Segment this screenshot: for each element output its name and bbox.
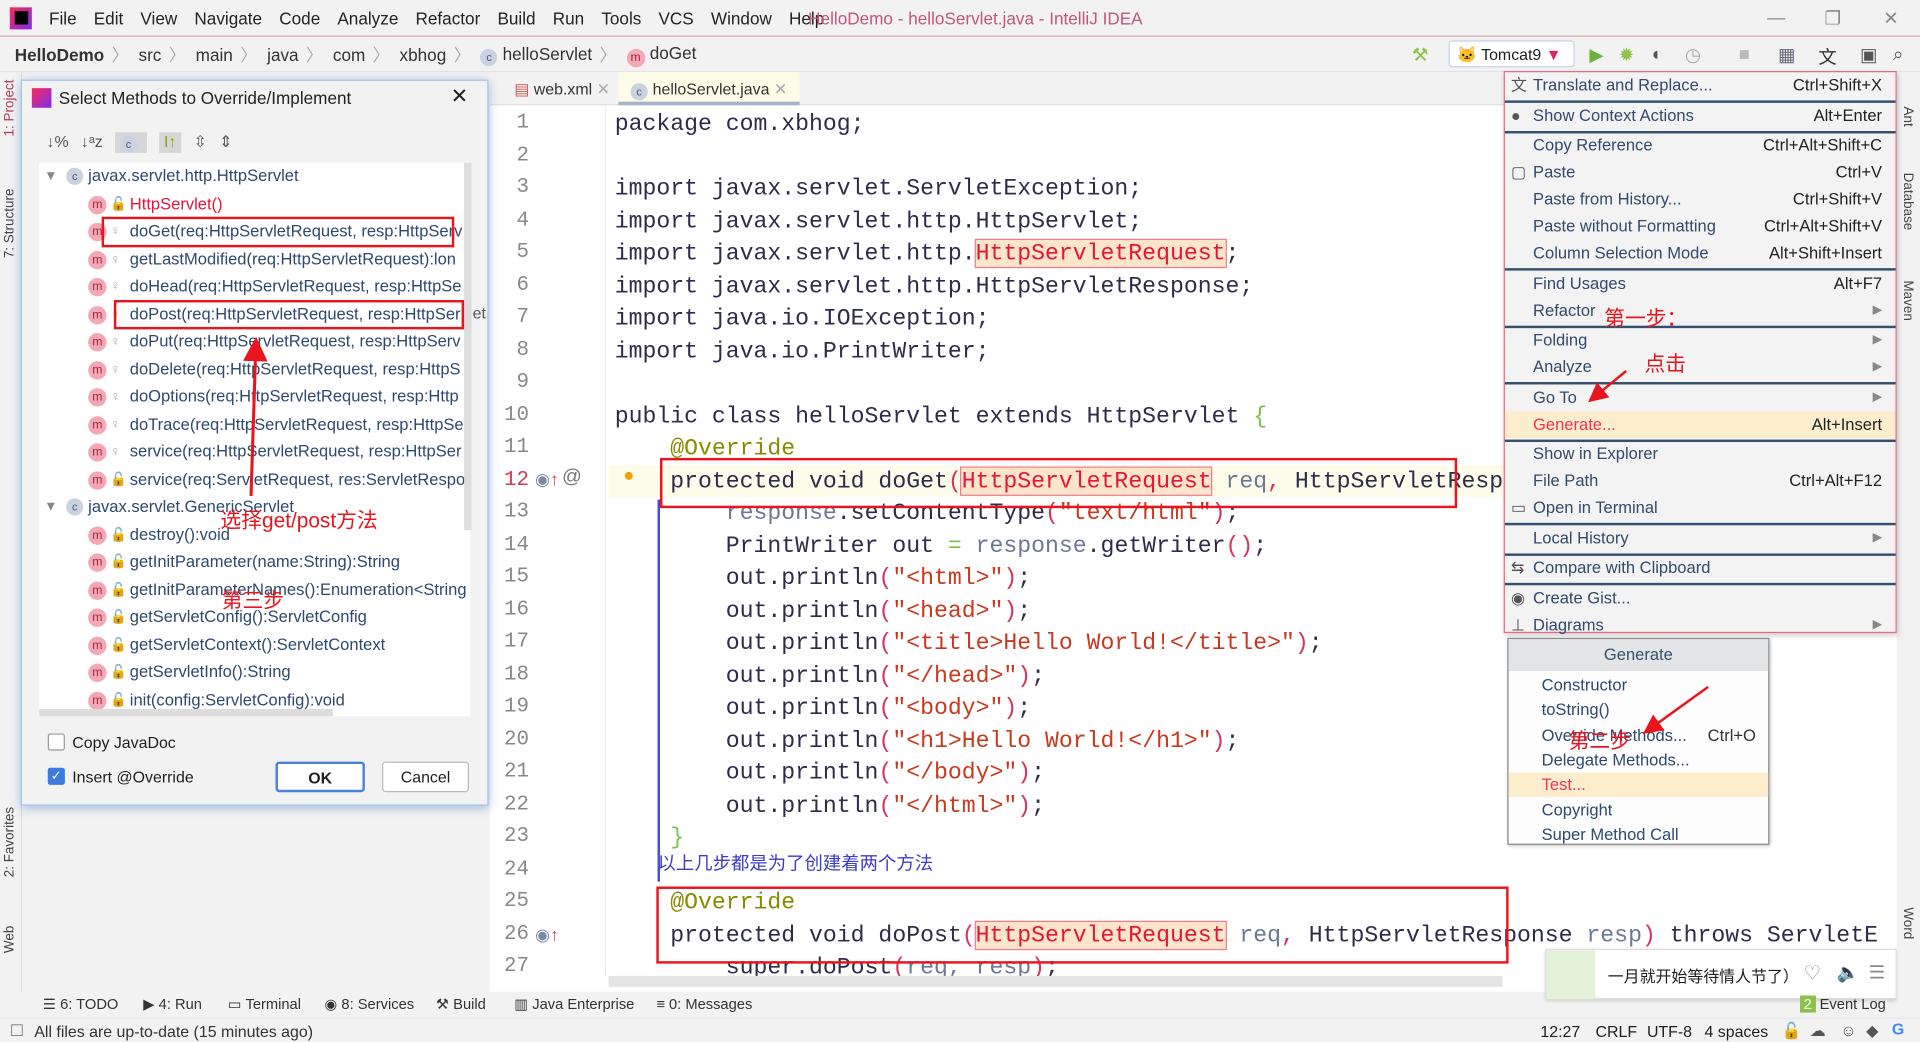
- terminal-icon: ▭: [227, 995, 246, 1013]
- arrow-to-generate: [1588, 370, 1627, 403]
- file-encoding[interactable]: UTF-8: [1647, 1022, 1692, 1040]
- tool-window-build[interactable]: ⚒ Build: [436, 995, 486, 1012]
- volume-icon[interactable]: 🔈: [1837, 961, 1860, 983]
- notification-text: 一月就开始等待情人节了）: [1607, 967, 1799, 986]
- playlist-icon[interactable]: ☰: [1869, 961, 1885, 983]
- line-separator[interactable]: CRLF: [1596, 1022, 1638, 1040]
- tool-window-label: 0: Messages: [668, 995, 753, 1013]
- google-icon[interactable]: G: [1892, 1020, 1904, 1038]
- tool-window-services[interactable]: ◉ 8: Services: [324, 995, 414, 1012]
- tool-window-messages[interactable]: ≡ 0: Messages: [656, 995, 752, 1012]
- event-log-count: 2: [1800, 995, 1816, 1013]
- tool-window-run[interactable]: ▶ 4: Run: [143, 995, 202, 1012]
- tool-window-label: Java Enterprise: [532, 995, 635, 1013]
- arrow-to-override: [1642, 685, 1709, 734]
- event-log-label: Event Log: [1819, 995, 1886, 1013]
- status-message: All files are up-to-date (15 minutes ago…: [34, 1022, 314, 1041]
- tool-window-terminal[interactable]: ▭ Terminal: [228, 995, 301, 1012]
- java-enterprise-icon: ▥: [514, 995, 533, 1013]
- messages-icon: ≡: [656, 995, 669, 1013]
- tool-window-label: Build: [453, 995, 486, 1013]
- annotation-arrows: [243, 336, 1709, 734]
- caret-position[interactable]: 12:27: [1540, 1022, 1580, 1040]
- arrow-to-dopost: [243, 336, 268, 496]
- event-log-button[interactable]: 2 Event Log: [1800, 995, 1886, 1013]
- tool-window-java-enterprise[interactable]: ▥ Java Enterprise: [514, 995, 634, 1012]
- list-icon: ☰: [42, 995, 61, 1013]
- lock-icon[interactable]: 🔓: [1782, 1021, 1802, 1041]
- tool-window-label: 8: Services: [341, 995, 415, 1013]
- status-icon: ☐: [9, 1021, 25, 1040]
- plugin-icon[interactable]: ◆: [1866, 1021, 1878, 1041]
- hector-icon[interactable]: ☺: [1840, 1021, 1856, 1039]
- heart-icon[interactable]: ♡: [1804, 961, 1822, 985]
- status-bar: ☐ All files are up-to-date (15 minutes a…: [0, 1017, 1920, 1042]
- tool-window-label: 6: TODO: [60, 995, 119, 1013]
- tool-window-bar: 2 Event Log ☰ 6: TODO ▶ 4: Run ▭ Terminal ◉…: [0, 992, 1920, 1018]
- tool-window-label: Terminal: [245, 995, 302, 1013]
- inspection-icon[interactable]: ☁: [1810, 1021, 1826, 1041]
- build-icon: ⚒: [435, 995, 454, 1013]
- indent-setting[interactable]: 4 spaces: [1704, 1022, 1768, 1040]
- services-icon: ◉: [324, 995, 342, 1013]
- tool-window-label: 4: Run: [158, 995, 202, 1013]
- run-icon: ▶: [143, 995, 159, 1013]
- tool-window-list[interactable]: ☰ 6: TODO: [43, 995, 119, 1012]
